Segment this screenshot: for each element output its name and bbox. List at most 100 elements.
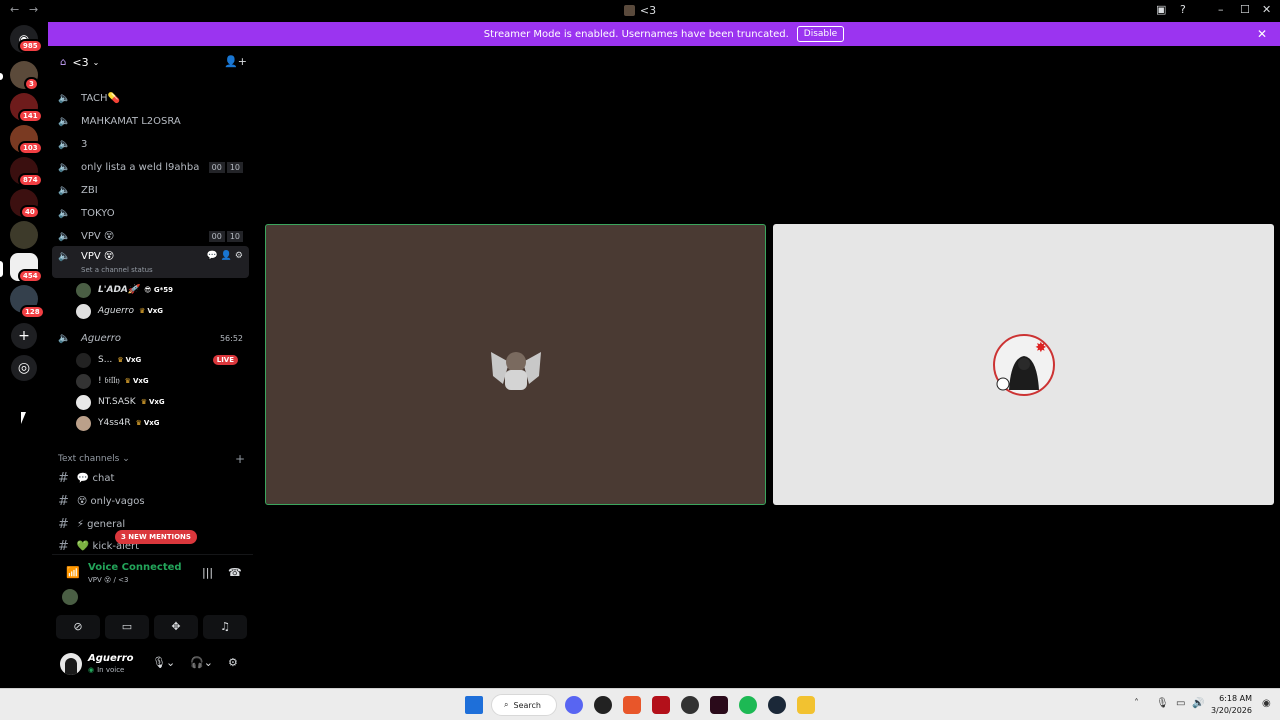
- clock[interactable]: 6:18 AM 3/20/2026: [1210, 693, 1252, 717]
- voice-channel[interactable]: 🔈 TOKYO: [52, 202, 249, 224]
- user-limit: 00 10: [208, 230, 243, 242]
- member-name: L'ADA🚀: [98, 285, 140, 295]
- camera-off-icon[interactable]: ⊘: [56, 615, 100, 639]
- channel-actions[interactable]: 💬 👤 ⚙: [207, 251, 243, 261]
- channel-timer: 56:52: [219, 333, 243, 343]
- capcut-app-icon[interactable]: [710, 696, 728, 714]
- chevron-up-icon[interactable]: ˄: [1134, 698, 1139, 709]
- text-channels-header[interactable]: Text channels ⌄: [58, 454, 130, 464]
- notification-icon[interactable]: ◉: [1262, 698, 1271, 709]
- voice-channel[interactable]: 🔈 Aguerro 56:52: [52, 327, 249, 349]
- server-rail: ◉ 985 3 141 103 874 40 454 128 + ◎: [0, 21, 48, 688]
- voice-channel-path[interactable]: VPV 😵 / <3: [88, 576, 128, 584]
- window-title: <3: [0, 4, 1280, 17]
- signal-icon[interactable]: 📶: [66, 566, 80, 579]
- window-title-text: <3: [639, 4, 657, 17]
- network-icon[interactable]: ▭: [1176, 698, 1185, 709]
- participant-tile[interactable]: [265, 224, 766, 505]
- text-channel[interactable]: # 😵 only-vagos: [58, 491, 145, 511]
- volume-icon[interactable]: 🔊: [1192, 698, 1204, 709]
- search-box[interactable]: ⌕ Search: [491, 694, 557, 716]
- speaker-icon: 🔈: [58, 161, 71, 173]
- voice-member[interactable]: Aguerro ♛ VxG: [76, 301, 163, 321]
- avatar[interactable]: [60, 653, 82, 675]
- noise-suppression-icon[interactable]: |||: [202, 566, 213, 579]
- github-app-icon[interactable]: [594, 696, 612, 714]
- activities-icon[interactable]: ✥: [154, 615, 198, 639]
- close-window-icon[interactable]: ✕: [1262, 3, 1271, 16]
- headphones-icon[interactable]: 🎧⌄: [190, 656, 213, 669]
- soundboard-icon[interactable]: ♫: [203, 615, 247, 639]
- title-bar: ← → <3 ▣ ? – ☐ ✕: [0, 0, 1280, 21]
- participant-tile[interactable]: ✸: [773, 224, 1274, 505]
- hash-icon: #: [58, 516, 69, 532]
- windows-start-icon[interactable]: [465, 696, 483, 714]
- inbox-icon[interactable]: ▣: [1156, 3, 1166, 16]
- clock-time: 6:18 AM: [1219, 694, 1252, 703]
- microphone-icon[interactable]: 🎙: [1156, 698, 1169, 709]
- voice-connected-label[interactable]: Voice Connected: [88, 562, 182, 573]
- text-channel[interactable]: # ⚡ general: [58, 514, 125, 534]
- voice-channel[interactable]: 🔈 only lista a weld l9ahba 00 10: [52, 156, 249, 178]
- maximize-icon[interactable]: ☐: [1240, 3, 1250, 16]
- add-server-icon[interactable]: +: [11, 323, 37, 349]
- user-status: ◉ In voice: [88, 666, 125, 674]
- unread-pill: [0, 73, 3, 80]
- microphone-icon[interactable]: 🎙⌄: [152, 656, 175, 669]
- text-channel[interactable]: # 💬 chat: [58, 468, 114, 488]
- disconnect-icon[interactable]: ☎: [228, 566, 242, 579]
- brave-app-icon[interactable]: [623, 696, 641, 714]
- hash-icon: #: [58, 470, 69, 486]
- speaker-icon: 🔈: [58, 138, 71, 150]
- user-name[interactable]: Aguerro: [88, 653, 134, 664]
- voice-member[interactable]: S... ♛ VxG LIVE: [76, 350, 246, 370]
- user-limit: 00 10: [208, 161, 243, 173]
- channel-name: MAHKAMAT L2OSRA: [81, 115, 181, 127]
- voice-member[interactable]: NT.SASK ♛ VxG: [76, 392, 165, 412]
- channel-status[interactable]: Set a channel status: [81, 266, 153, 274]
- acrobat-app-icon[interactable]: [652, 696, 670, 714]
- spotify-app-icon[interactable]: [739, 696, 757, 714]
- screen-share-icon[interactable]: ▭: [105, 615, 149, 639]
- voice-member[interactable]: ! 𝔟𝔦𝔩𝔩𝔶 ♛ VxG: [76, 371, 149, 391]
- invite-icon[interactable]: 👤+: [224, 55, 247, 68]
- avatar: [485, 334, 547, 396]
- voice-member[interactable]: Y4ss4R ♛ VxG: [76, 413, 160, 433]
- channel-name: only lista a weld l9ahba: [81, 161, 200, 173]
- channel-name: Aguerro: [81, 332, 122, 344]
- obs-app-icon[interactable]: [681, 696, 699, 714]
- file-explorer-icon[interactable]: [797, 696, 815, 714]
- mouse-cursor-icon: [21, 412, 26, 424]
- settings-gear-icon[interactable]: ⚙: [228, 656, 238, 669]
- guild-icon: [623, 5, 635, 16]
- channel-name: ZBI: [81, 184, 98, 196]
- voice-channel[interactable]: 🔈 3: [52, 133, 249, 155]
- help-icon[interactable]: ?: [1180, 3, 1186, 16]
- server-badge: 128: [20, 305, 45, 319]
- voice-channel[interactable]: 🔈 TACH💊: [52, 87, 249, 109]
- guild-header[interactable]: ⌂ <3 ⌄ 👤+: [48, 46, 253, 78]
- voice-channel[interactable]: 🔈 ZBI: [52, 179, 249, 201]
- discover-icon[interactable]: ◎: [11, 355, 37, 381]
- avatar[interactable]: [62, 589, 78, 605]
- avatar: [76, 394, 91, 410]
- voice-channel-active[interactable]: 🔈 VPV 😵 Set a channel status 💬 👤 ⚙: [52, 246, 249, 278]
- close-icon[interactable]: ✕: [1257, 27, 1267, 41]
- speaker-icon: 🔈: [58, 230, 71, 242]
- new-mentions-pill[interactable]: 3 NEW MENTIONS: [115, 530, 197, 544]
- discord-app-icon[interactable]: [565, 696, 583, 714]
- voice-channel[interactable]: 🔈 VPV 😵 00 10: [52, 225, 249, 247]
- member-name: ! 𝔟𝔦𝔩𝔩𝔶: [98, 376, 120, 386]
- voice-member[interactable]: L'ADA🚀 😎 G*59: [76, 280, 173, 300]
- hash-icon: #: [58, 493, 69, 509]
- minimize-icon[interactable]: –: [1218, 3, 1224, 16]
- guild-name: <3: [72, 55, 89, 69]
- steam-app-icon[interactable]: [768, 696, 786, 714]
- disable-button[interactable]: Disable: [796, 26, 845, 42]
- server-badge: 103: [18, 141, 43, 155]
- channel-name: 😵 only-vagos: [76, 495, 145, 507]
- add-channel-icon[interactable]: +: [235, 452, 245, 466]
- voice-channel[interactable]: 🔈 MAHKAMAT L2OSRA: [52, 110, 249, 132]
- selected-pill: [0, 261, 3, 277]
- server-icon[interactable]: [10, 221, 38, 249]
